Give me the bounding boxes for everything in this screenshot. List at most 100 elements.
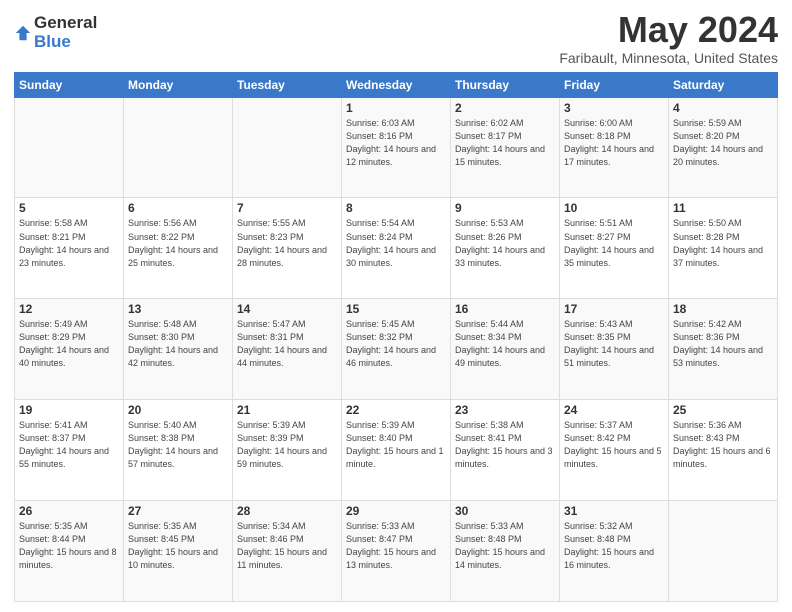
calendar-cell: 30Sunrise: 5:33 AMSunset: 8:48 PMDayligh…	[451, 501, 560, 602]
weekday-header-tuesday: Tuesday	[233, 72, 342, 97]
day-number: 25	[673, 403, 773, 417]
day-info: Sunrise: 5:32 AMSunset: 8:48 PMDaylight:…	[564, 520, 664, 572]
day-info: Sunrise: 5:49 AMSunset: 8:29 PMDaylight:…	[19, 318, 119, 370]
calendar-cell: 13 Sunrise: 5:48 AMSunset: 8:30 PMDayligh…	[124, 299, 233, 400]
day-info: Sunrise: 5:33 AMSunset: 8:48 PMDaylight:…	[455, 520, 555, 572]
subtitle: Faribault, Minnesota, United States	[559, 50, 778, 66]
logo-icon	[14, 24, 32, 42]
day-number: 20	[128, 403, 228, 417]
calendar-cell: 6 Sunrise: 5:56 AMSunset: 8:22 PMDaylight…	[124, 198, 233, 299]
calendar-cell: 2Sunrise: 6:02 AMSunset: 8:17 PMDaylight…	[451, 97, 560, 198]
calendar-cell: 27 Sunrise: 5:35 AMSunset: 8:45 PMDayligh…	[124, 501, 233, 602]
page: General Blue May 2024 Faribault, Minneso…	[0, 0, 792, 612]
day-info: Sunrise: 5:39 AMSunset: 8:39 PMDaylight:…	[237, 419, 337, 471]
day-info: Sunrise: 5:45 AMSunset: 8:32 PMDaylight:…	[346, 318, 446, 370]
calendar-cell: 28 Sunrise: 5:34 AMSunset: 8:46 PMDayligh…	[233, 501, 342, 602]
weekday-header-monday: Monday	[124, 72, 233, 97]
calendar-cell: 20 Sunrise: 5:40 AMSunset: 8:38 PMDayligh…	[124, 400, 233, 501]
day-info: Sunrise: 5:53 AMSunset: 8:26 PMDaylight:…	[455, 217, 555, 269]
day-info: Sunrise: 5:35 AMSunset: 8:44 PMDaylight:…	[19, 520, 119, 572]
day-info: Sunrise: 5:58 AMSunset: 8:21 PMDaylight:…	[19, 217, 119, 269]
day-number: 18	[673, 302, 773, 316]
day-number: 24	[564, 403, 664, 417]
day-info: Sunrise: 5:56 AMSunset: 8:22 PMDaylight:…	[128, 217, 228, 269]
day-info: Sunrise: 5:54 AMSunset: 8:24 PMDaylight:…	[346, 217, 446, 269]
weekday-header-thursday: Thursday	[451, 72, 560, 97]
calendar-cell: 11Sunrise: 5:50 AMSunset: 8:28 PMDayligh…	[669, 198, 778, 299]
weekday-header-friday: Friday	[560, 72, 669, 97]
calendar-cell	[233, 97, 342, 198]
calendar-cell: 8 Sunrise: 5:54 AMSunset: 8:24 PMDaylight…	[342, 198, 451, 299]
calendar-cell: 3Sunrise: 6:00 AMSunset: 8:18 PMDaylight…	[560, 97, 669, 198]
calendar-cell: 15 Sunrise: 5:45 AMSunset: 8:32 PMDayligh…	[342, 299, 451, 400]
day-info: Sunrise: 5:59 AMSunset: 8:20 PMDaylight:…	[673, 117, 773, 169]
logo-text: General Blue	[34, 14, 97, 51]
calendar-cell: 17 Sunrise: 5:43 AMSunset: 8:35 PMDayligh…	[560, 299, 669, 400]
day-info: Sunrise: 5:33 AMSunset: 8:47 PMDaylight:…	[346, 520, 446, 572]
calendar-header: SundayMondayTuesdayWednesdayThursdayFrid…	[15, 72, 778, 97]
day-number: 23	[455, 403, 555, 417]
calendar-cell: 12Sunrise: 5:49 AMSunset: 8:29 PMDayligh…	[15, 299, 124, 400]
calendar-cell: 21 Sunrise: 5:39 AMSunset: 8:39 PMDayligh…	[233, 400, 342, 501]
day-number: 22	[346, 403, 446, 417]
calendar-cell: 5Sunrise: 5:58 AMSunset: 8:21 PMDaylight…	[15, 198, 124, 299]
day-info: Sunrise: 5:40 AMSunset: 8:38 PMDaylight:…	[128, 419, 228, 471]
day-number: 29	[346, 504, 446, 518]
day-number: 7	[237, 201, 337, 215]
day-number: 31	[564, 504, 664, 518]
day-info: Sunrise: 6:03 AMSunset: 8:16 PMDaylight:…	[346, 117, 446, 169]
calendar-cell: 16 Sunrise: 5:44 AMSunset: 8:34 PMDayligh…	[451, 299, 560, 400]
day-number: 17	[564, 302, 664, 316]
day-info: Sunrise: 5:34 AMSunset: 8:46 PMDaylight:…	[237, 520, 337, 572]
logo: General Blue	[14, 14, 97, 51]
calendar-cell: 26 Sunrise: 5:35 AMSunset: 8:44 PMDayligh…	[15, 501, 124, 602]
day-number: 15	[346, 302, 446, 316]
week-row-3: 12Sunrise: 5:49 AMSunset: 8:29 PMDayligh…	[15, 299, 778, 400]
calendar-cell: 23Sunrise: 5:38 AMSunset: 8:41 PMDayligh…	[451, 400, 560, 501]
weekday-header-wednesday: Wednesday	[342, 72, 451, 97]
day-info: Sunrise: 5:48 AMSunset: 8:30 PMDaylight:…	[128, 318, 228, 370]
day-info: Sunrise: 6:02 AMSunset: 8:17 PMDaylight:…	[455, 117, 555, 169]
day-number: 6	[128, 201, 228, 215]
calendar-cell	[15, 97, 124, 198]
day-number: 1	[346, 101, 446, 115]
day-info: Sunrise: 5:43 AMSunset: 8:35 PMDaylight:…	[564, 318, 664, 370]
calendar-cell	[124, 97, 233, 198]
day-info: Sunrise: 5:35 AMSunset: 8:45 PMDaylight:…	[128, 520, 228, 572]
week-row-4: 19Sunrise: 5:41 AMSunset: 8:37 PMDayligh…	[15, 400, 778, 501]
week-row-5: 26 Sunrise: 5:35 AMSunset: 8:44 PMDayligh…	[15, 501, 778, 602]
calendar-body: 1 Sunrise: 6:03 AMSunset: 8:16 PMDaylight…	[15, 97, 778, 601]
day-info: Sunrise: 5:47 AMSunset: 8:31 PMDaylight:…	[237, 318, 337, 370]
calendar-cell: 4 Sunrise: 5:59 AMSunset: 8:20 PMDaylight…	[669, 97, 778, 198]
day-info: Sunrise: 5:44 AMSunset: 8:34 PMDaylight:…	[455, 318, 555, 370]
title-area: May 2024 Faribault, Minnesota, United St…	[559, 10, 778, 66]
day-info: Sunrise: 5:36 AMSunset: 8:43 PMDaylight:…	[673, 419, 773, 471]
calendar-cell: 22Sunrise: 5:39 AMSunset: 8:40 PMDayligh…	[342, 400, 451, 501]
day-number: 13	[128, 302, 228, 316]
weekday-header-saturday: Saturday	[669, 72, 778, 97]
logo-general: General	[34, 14, 97, 33]
calendar-cell: 1 Sunrise: 6:03 AMSunset: 8:16 PMDaylight…	[342, 97, 451, 198]
day-number: 27	[128, 504, 228, 518]
day-number: 11	[673, 201, 773, 215]
logo-blue: Blue	[34, 33, 97, 52]
day-number: 4	[673, 101, 773, 115]
week-row-2: 5Sunrise: 5:58 AMSunset: 8:21 PMDaylight…	[15, 198, 778, 299]
day-info: Sunrise: 5:42 AMSunset: 8:36 PMDaylight:…	[673, 318, 773, 370]
day-number: 16	[455, 302, 555, 316]
day-number: 9	[455, 201, 555, 215]
day-number: 10	[564, 201, 664, 215]
calendar-cell: 31 Sunrise: 5:32 AMSunset: 8:48 PMDayligh…	[560, 501, 669, 602]
day-number: 28	[237, 504, 337, 518]
day-number: 26	[19, 504, 119, 518]
calendar-cell: 19Sunrise: 5:41 AMSunset: 8:37 PMDayligh…	[15, 400, 124, 501]
calendar-cell: 7Sunrise: 5:55 AMSunset: 8:23 PMDaylight…	[233, 198, 342, 299]
day-info: Sunrise: 6:00 AMSunset: 8:18 PMDaylight:…	[564, 117, 664, 169]
day-number: 14	[237, 302, 337, 316]
weekday-header-sunday: Sunday	[15, 72, 124, 97]
day-number: 8	[346, 201, 446, 215]
calendar-cell: 24Sunrise: 5:37 AMSunset: 8:42 PMDayligh…	[560, 400, 669, 501]
day-number: 21	[237, 403, 337, 417]
calendar-cell: 25 Sunrise: 5:36 AMSunset: 8:43 PMDayligh…	[669, 400, 778, 501]
day-info: Sunrise: 5:41 AMSunset: 8:37 PMDaylight:…	[19, 419, 119, 471]
